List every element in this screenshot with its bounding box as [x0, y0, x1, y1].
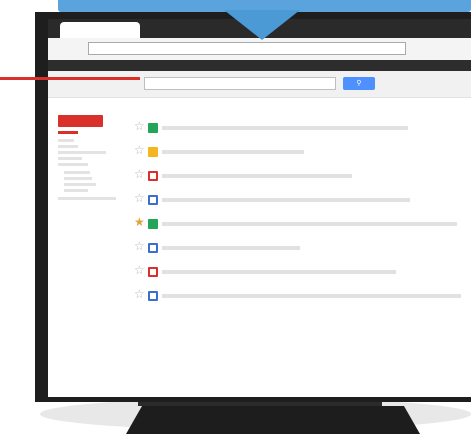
star-icon[interactable]: ☆: [134, 168, 145, 180]
email-row[interactable]: ☆: [134, 120, 464, 134]
label-icon: [148, 291, 158, 301]
app-header: [48, 60, 471, 71]
label-icon: [148, 243, 158, 253]
search-input[interactable]: [144, 77, 336, 90]
label-icon: [148, 147, 158, 157]
search-area: ⚲: [48, 71, 471, 98]
star-icon[interactable]: ☆: [134, 120, 145, 132]
label-icon: [148, 219, 158, 229]
email-preview: [162, 126, 408, 130]
email-preview: [162, 294, 461, 298]
sidebar-item[interactable]: [58, 197, 116, 200]
sidebar-item[interactable]: [58, 151, 106, 154]
email-preview: [162, 246, 300, 250]
email-preview: [162, 270, 396, 274]
label-icon: [148, 195, 158, 205]
pointer-line: [0, 77, 140, 80]
sidebar-item[interactable]: [64, 171, 90, 174]
search-icon: ⚲: [356, 80, 362, 87]
sidebar-item[interactable]: [58, 145, 78, 148]
sidebar-item[interactable]: [58, 131, 78, 134]
email-row[interactable]: ☆: [134, 168, 464, 182]
search-button[interactable]: ⚲: [343, 77, 375, 90]
email-row[interactable]: ☆: [134, 264, 464, 278]
label-icon: [148, 123, 158, 133]
label-icon: [148, 267, 158, 277]
email-preview: [162, 198, 410, 202]
browser-toolbar: [48, 38, 471, 61]
address-bar[interactable]: [88, 42, 406, 55]
sidebar-item[interactable]: [58, 157, 82, 160]
sidebar-item[interactable]: [64, 183, 96, 186]
browser-screen: ⚲ ☆ ☆ ☆ ☆ ★ ☆ ☆ ☆: [48, 19, 471, 397]
star-icon[interactable]: ☆: [134, 240, 145, 252]
sidebar-item[interactable]: [58, 163, 88, 166]
email-preview: [162, 222, 457, 226]
email-row[interactable]: ☆: [134, 192, 464, 206]
compose-button[interactable]: [58, 115, 103, 127]
sidebar-item[interactable]: [64, 189, 88, 192]
email-preview: [162, 174, 352, 178]
browser-tab[interactable]: [60, 22, 140, 38]
star-icon[interactable]: ☆: [134, 264, 145, 276]
sidebar-item[interactable]: [58, 139, 74, 142]
star-icon[interactable]: ☆: [134, 288, 145, 300]
sidebar-item[interactable]: [64, 177, 92, 180]
callout-arrow: [224, 10, 300, 40]
email-row[interactable]: ☆: [134, 288, 464, 302]
star-icon[interactable]: ☆: [134, 144, 145, 156]
email-row[interactable]: ☆: [134, 240, 464, 254]
label-icon: [148, 171, 158, 181]
star-icon[interactable]: ☆: [134, 192, 145, 204]
monitor-stand-base: [126, 406, 420, 434]
email-preview: [162, 150, 304, 154]
email-row[interactable]: ☆: [134, 144, 464, 158]
star-icon[interactable]: ★: [134, 216, 145, 228]
email-row[interactable]: ★: [134, 216, 464, 230]
